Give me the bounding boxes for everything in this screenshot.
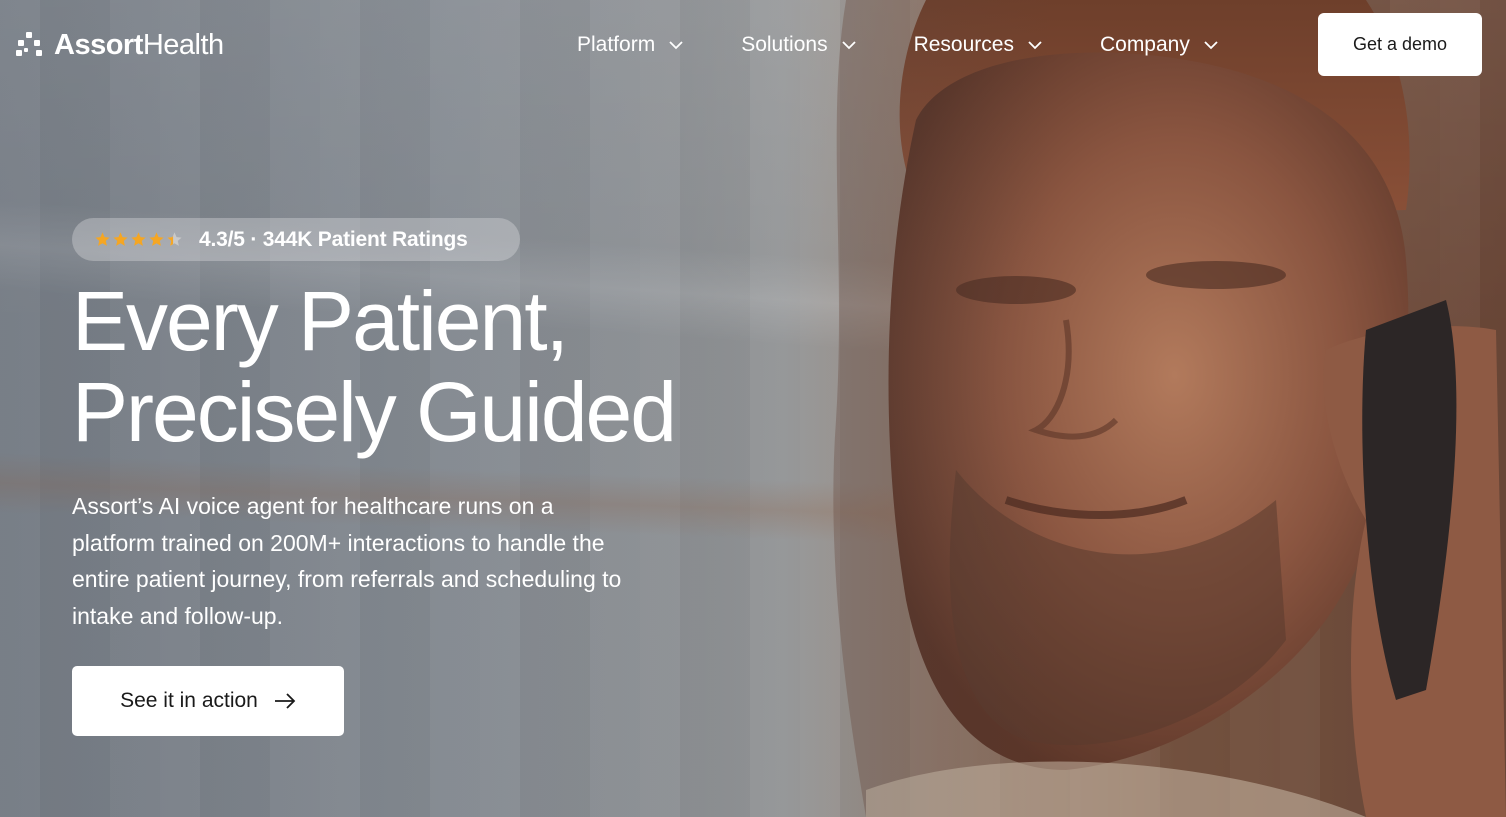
nav-item-platform[interactable]: Platform (577, 33, 683, 57)
nav-item-solutions[interactable]: Solutions (741, 33, 856, 57)
rating-text: 4.3/5 · 344K Patient Ratings (199, 227, 468, 251)
nav-item-label: Solutions (741, 33, 828, 56)
chevron-down-icon (841, 40, 856, 49)
headline-line-1: Every Patient, (72, 274, 569, 368)
brand-name: AssortHealth (54, 29, 224, 62)
main-menu: Platform Solutions Resources Company (577, 30, 1218, 60)
top-navigation: AssortHealth Platform Solutions Resource… (0, 0, 1506, 90)
nav-item-label: Company (1099, 33, 1190, 56)
brand-logo[interactable]: AssortHealth (14, 28, 224, 62)
nav-item-label: Resources (913, 33, 1014, 56)
get-demo-button[interactable]: Get a demo (1318, 13, 1482, 76)
star-icon (149, 232, 164, 246)
star-icon (131, 232, 146, 246)
chevron-down-icon (1028, 40, 1042, 49)
cta-label: See it in action (120, 689, 258, 712)
arrow-right-icon (274, 693, 296, 709)
brand-name-light: Health (142, 28, 224, 61)
partial-star-icon (167, 232, 182, 246)
brand-name-bold: Assort (54, 28, 143, 61)
nav-item-label: Platform (577, 33, 656, 56)
chevron-down-icon (1204, 40, 1218, 49)
star-icon (95, 232, 110, 246)
hero-headline: Every Patient, Precisely Guided (72, 274, 677, 459)
chevron-down-icon (669, 40, 683, 49)
nav-item-resources[interactable]: Resources (914, 33, 1042, 57)
see-it-in-action-button[interactable]: See it in action (72, 666, 344, 736)
nav-item-company[interactable]: Company (1100, 33, 1218, 57)
hero-description: Assort’s AI voice agent for healthcare r… (72, 493, 622, 629)
assort-logo-icon (16, 32, 42, 56)
rating-stars (94, 231, 183, 248)
star-icon (113, 232, 128, 246)
headline-line-2: Precisely Guided (72, 365, 677, 459)
rating-badge: 4.3/5 · 344K Patient Ratings (72, 218, 520, 261)
